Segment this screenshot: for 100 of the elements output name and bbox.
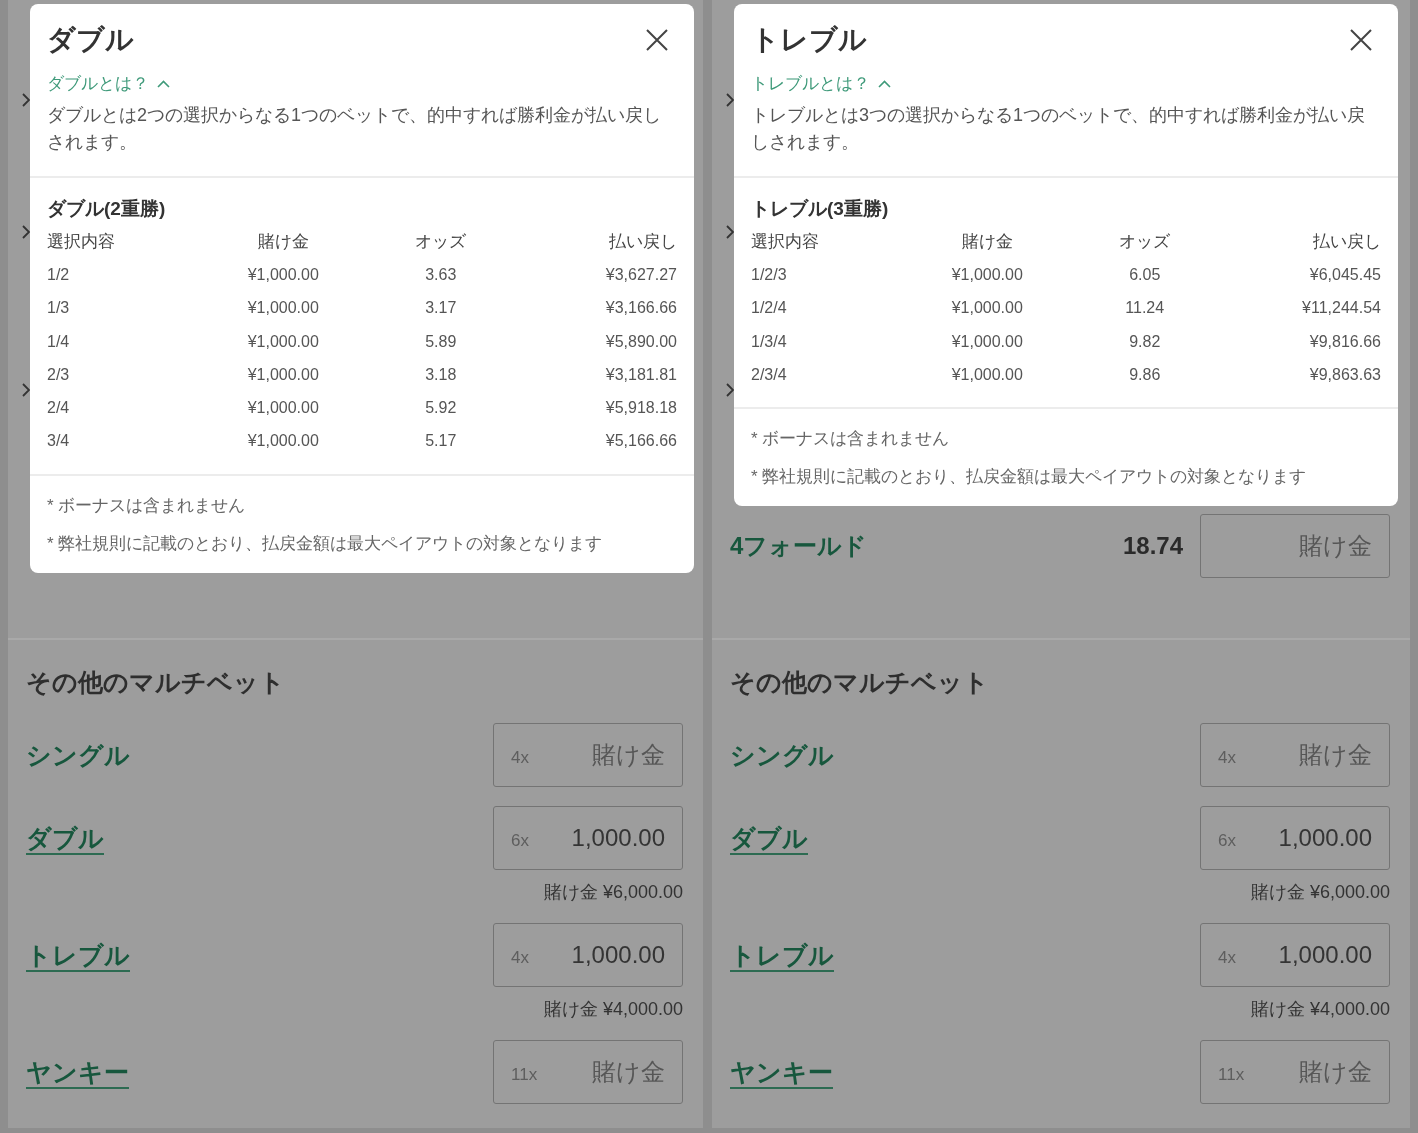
- table-title: トレブル(3重勝): [751, 197, 889, 221]
- stake-field[interactable]: 11x 賭け金: [1200, 1040, 1390, 1104]
- column-header: 賭け金: [257, 231, 309, 254]
- bet-type-link[interactable]: ダブル: [730, 822, 808, 854]
- table-cell: 9.82: [1129, 332, 1161, 351]
- table-cell: 3.17: [425, 299, 457, 318]
- multiplier-label: 4x: [511, 748, 529, 768]
- stake-total: 賭け金 ¥6,000.00: [1250, 881, 1390, 904]
- chevron-right-icon[interactable]: [726, 383, 734, 397]
- stake-input[interactable]: 賭け金: [528, 741, 665, 769]
- table-cell: 2/4: [47, 399, 70, 418]
- table-cell: 2/3/4: [751, 365, 787, 384]
- close-button[interactable]: [1349, 28, 1373, 52]
- close-icon: [645, 28, 669, 52]
- table-cell: ¥6,045.45: [1309, 265, 1381, 284]
- chevron-right-icon[interactable]: [726, 225, 734, 239]
- table-cell: ¥1,000.00: [247, 399, 319, 418]
- chevron-right-icon[interactable]: [22, 225, 30, 239]
- table-cell: 1/2: [47, 265, 70, 284]
- table-cell: ¥1,000.00: [247, 332, 319, 351]
- bet-description: トレブルとは3つの選択からなる1つのベットで、的中すれば勝利金が払い戻しされます。: [751, 104, 1367, 154]
- column-header: 選択内容: [751, 231, 819, 254]
- chevron-right-icon[interactable]: [726, 93, 734, 107]
- table-cell: 3.63: [425, 265, 457, 284]
- stake-field[interactable]: 4x 1,000.00: [493, 923, 683, 987]
- stake-input[interactable]: 1,000.00: [528, 941, 665, 969]
- multiplier-label: 4x: [511, 948, 529, 968]
- column-header: オッズ: [415, 231, 467, 254]
- info-link[interactable]: ダブルとは？: [47, 72, 170, 96]
- bet-type-link[interactable]: トレブル: [730, 939, 834, 971]
- stake-input[interactable]: 賭け金: [1235, 741, 1372, 769]
- stake-total: 賭け金 ¥4,000.00: [543, 998, 683, 1021]
- bet-type-link[interactable]: ダブル: [26, 822, 104, 854]
- stake-input[interactable]: 1,000.00: [1235, 824, 1372, 852]
- bet-description: ダブルとは2つの選択からなる1つのベットで、的中すれば勝利金が払い戻しされます。: [47, 104, 663, 154]
- table-cell: ¥1,000.00: [951, 299, 1023, 318]
- table-cell: ¥1,000.00: [951, 332, 1023, 351]
- table-cell: ¥11,244.54: [1302, 299, 1381, 318]
- multiplier-label: 6x: [511, 831, 529, 851]
- stake-field[interactable]: 11x 賭け金: [493, 1040, 683, 1104]
- stake-input[interactable]: 1,000.00: [528, 824, 665, 852]
- stake-total: 賭け金 ¥6,000.00: [543, 881, 683, 904]
- close-icon: [1349, 28, 1373, 52]
- table-cell: 6.05: [1129, 265, 1161, 284]
- bet-type-label: シングル: [26, 740, 130, 771]
- multiplier-label: 4x: [1218, 748, 1236, 768]
- table-cell: 1/4: [47, 332, 70, 351]
- popup-title: トレブル: [751, 23, 867, 57]
- stake-input[interactable]: 賭け金: [1218, 532, 1372, 560]
- table-cell: ¥5,918.18: [605, 399, 677, 418]
- stake-field[interactable]: 6x 1,000.00: [493, 806, 683, 870]
- table-cell: 9.86: [1129, 365, 1161, 384]
- bet-type-link[interactable]: トレブル: [26, 939, 130, 971]
- multiplier-label: 11x: [511, 1065, 538, 1085]
- chevron-right-icon[interactable]: [22, 93, 30, 107]
- bet-type-label: 4フォールド: [730, 531, 868, 561]
- stake-field[interactable]: 賭け金: [1200, 514, 1390, 578]
- table-cell: 5.92: [425, 399, 457, 418]
- section-title: その他のマルチベット: [730, 667, 989, 697]
- stake-field[interactable]: 6x 1,000.00: [1200, 806, 1390, 870]
- footnote: * ボーナスは含まれません: [47, 495, 246, 518]
- stake-input[interactable]: 1,000.00: [1235, 941, 1372, 969]
- table-cell: ¥1,000.00: [247, 265, 319, 284]
- table-cell: ¥1,000.00: [951, 265, 1023, 284]
- column-header: 選択内容: [47, 231, 115, 254]
- table-cell: 3/4: [47, 432, 70, 451]
- stake-field[interactable]: 4x 1,000.00: [1200, 923, 1390, 987]
- table-cell: 3.18: [425, 365, 457, 384]
- stake-input[interactable]: 賭け金: [1244, 1058, 1372, 1086]
- column-header: 賭け金: [961, 231, 1013, 254]
- table-cell: 1/3: [47, 299, 70, 318]
- footnote: * 弊社規則に記載のとおり、払戻金額は最大ペイアウトの対象となります: [47, 533, 603, 556]
- table-cell: ¥1,000.00: [247, 432, 319, 451]
- table-cell: 1/2/3: [751, 265, 787, 284]
- table-cell: ¥1,000.00: [247, 299, 319, 318]
- column-header: オッズ: [1119, 231, 1171, 254]
- table-cell: ¥3,181.81: [605, 365, 677, 384]
- stake-total: 賭け金 ¥4,000.00: [1250, 998, 1390, 1021]
- multiplier-label: 6x: [1218, 831, 1236, 851]
- chevron-right-icon[interactable]: [22, 383, 30, 397]
- bet-type-link[interactable]: ヤンキー: [730, 1056, 833, 1088]
- table-title: ダブル(2重勝): [47, 197, 166, 221]
- bet-type-link[interactable]: ヤンキー: [26, 1056, 129, 1088]
- table-cell: ¥5,166.66: [605, 432, 677, 451]
- section-title: その他のマルチベット: [26, 667, 285, 697]
- table-cell: 11.24: [1125, 299, 1165, 318]
- table-cell: 1/3/4: [751, 332, 787, 351]
- info-link[interactable]: トレブルとは？: [751, 72, 891, 96]
- stake-input[interactable]: 賭け金: [537, 1058, 665, 1086]
- table-cell: 5.17: [425, 432, 457, 451]
- popup-title: ダブル: [47, 23, 134, 57]
- close-button[interactable]: [645, 28, 669, 52]
- table-cell: ¥1,000.00: [247, 365, 319, 384]
- table-cell: 2/3: [47, 365, 70, 384]
- stake-field[interactable]: 4x 賭け金: [493, 723, 683, 787]
- bet-type-label: シングル: [730, 740, 834, 771]
- table-cell: ¥3,166.66: [605, 299, 677, 318]
- table-cell: 1/2/4: [751, 299, 787, 318]
- multiplier-label: 4x: [1218, 948, 1236, 968]
- stake-field[interactable]: 4x 賭け金: [1200, 723, 1390, 787]
